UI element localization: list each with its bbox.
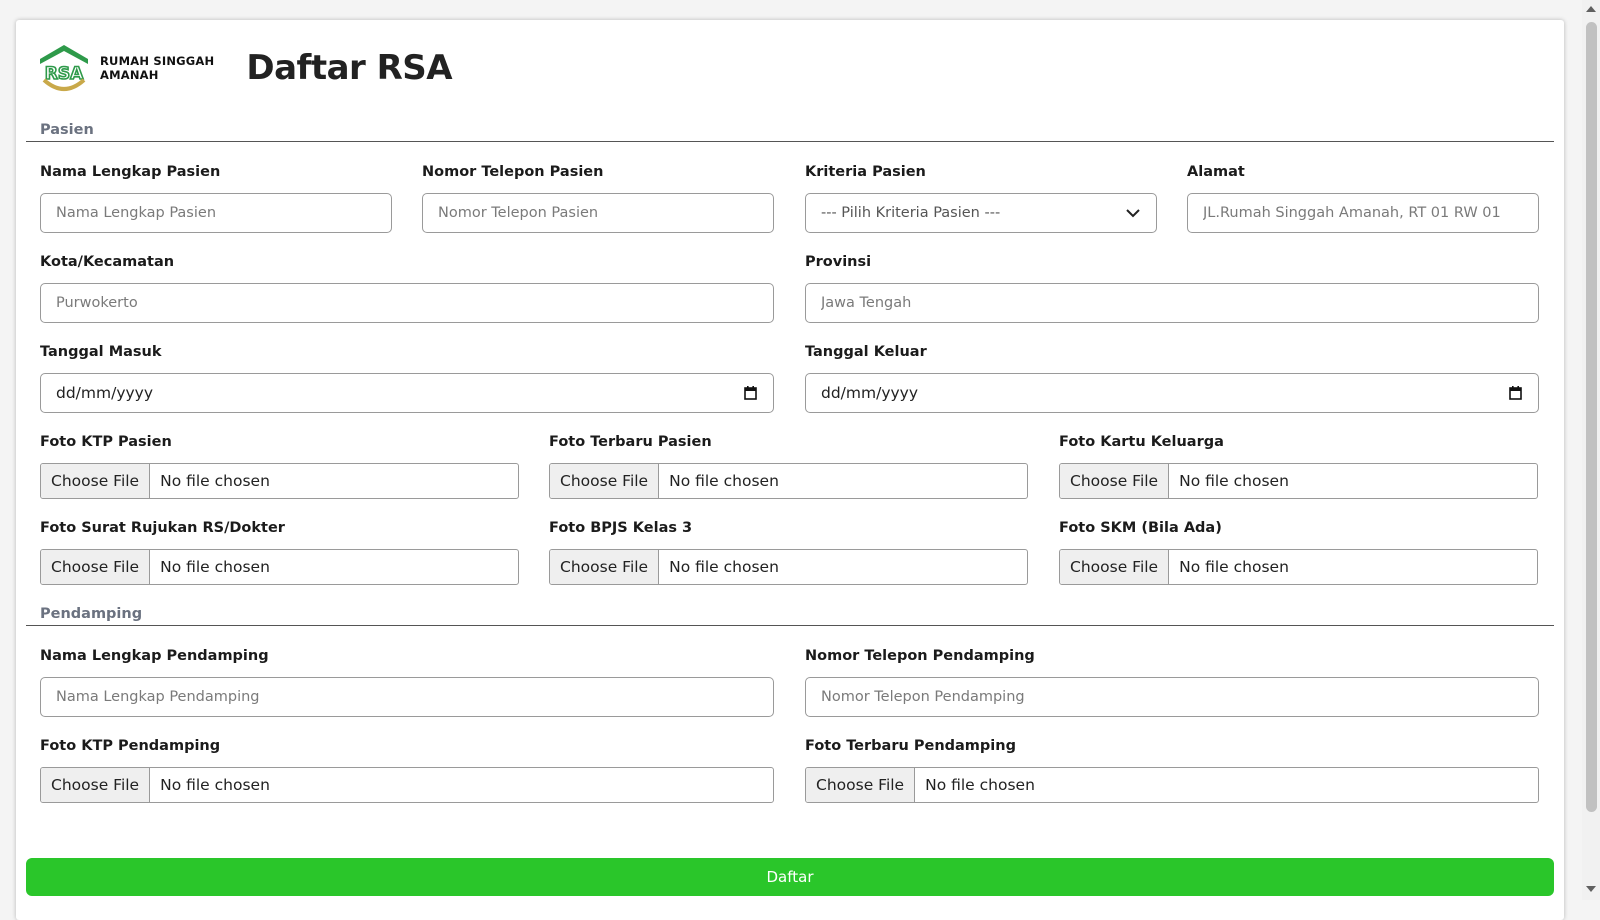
scroll-down-arrow-icon[interactable] xyxy=(1586,886,1596,892)
choose-file-button[interactable]: Choose File xyxy=(550,550,660,584)
logo-line-2: AMANAH xyxy=(100,68,159,82)
file-status: No file chosen xyxy=(925,776,1035,794)
calendar-icon[interactable] xyxy=(1509,386,1522,400)
telepon-pendamping-input[interactable] xyxy=(821,689,1538,705)
file-status: No file chosen xyxy=(669,472,779,490)
tanggal-masuk-value: dd/mm/yyyy xyxy=(56,384,154,402)
foto-terbaru-pasien-label: Foto Terbaru Pasien xyxy=(549,434,712,450)
section-divider xyxy=(26,625,1554,626)
chevron-down-icon xyxy=(1126,208,1140,217)
alamat-label: Alamat xyxy=(1187,164,1245,180)
foto-ktp-pendamping-file-input[interactable]: Choose File No file chosen xyxy=(40,767,774,803)
choose-file-button[interactable]: Choose File xyxy=(1060,550,1170,584)
rsa-logo-icon: RSA xyxy=(40,45,88,91)
foto-ktp-pendamping-label: Foto KTP Pendamping xyxy=(40,738,221,754)
kriteria-pasien-label: Kriteria Pasien xyxy=(805,164,926,180)
nama-pasien-label: Nama Lengkap Pasien xyxy=(40,164,221,180)
tanggal-masuk-input[interactable]: dd/mm/yyyy xyxy=(40,373,774,413)
telepon-pasien-field[interactable] xyxy=(422,193,774,233)
telepon-pasien-input[interactable] xyxy=(438,205,773,221)
scroll-up-arrow-icon[interactable] xyxy=(1586,6,1596,12)
nama-pasien-field[interactable] xyxy=(40,193,392,233)
alamat-field[interactable] xyxy=(1187,193,1539,233)
foto-kartu-keluarga-label: Foto Kartu Keluarga xyxy=(1059,434,1224,450)
foto-skm-file-input[interactable]: Choose File No file chosen xyxy=(1059,549,1538,585)
kota-field[interactable] xyxy=(40,283,774,323)
choose-file-button[interactable]: Choose File xyxy=(41,768,151,802)
choose-file-button[interactable]: Choose File xyxy=(41,550,151,584)
section-divider xyxy=(26,141,1554,142)
foto-terbaru-pasien-file-input[interactable]: Choose File No file chosen xyxy=(549,463,1028,499)
tanggal-masuk-label: Tanggal Masuk xyxy=(40,344,162,360)
foto-surat-rujukan-label: Foto Surat Rujukan RS/Dokter xyxy=(40,520,285,536)
foto-bpjs-file-input[interactable]: Choose File No file chosen xyxy=(549,549,1028,585)
nama-pendamping-label: Nama Lengkap Pendamping xyxy=(40,648,269,664)
foto-bpjs-label: Foto BPJS Kelas 3 xyxy=(549,520,693,536)
foto-skm-label: Foto SKM (Bila Ada) xyxy=(1059,520,1222,536)
page-title: Daftar RSA xyxy=(246,48,453,88)
scrollbar-thumb[interactable] xyxy=(1586,22,1597,812)
alamat-input[interactable] xyxy=(1203,205,1538,221)
provinsi-field[interactable] xyxy=(805,283,1539,323)
section-title-pasien: Pasien xyxy=(40,122,94,138)
provinsi-label: Provinsi xyxy=(805,254,872,270)
choose-file-button[interactable]: Choose File xyxy=(550,464,660,498)
foto-kartu-keluarga-file-input[interactable]: Choose File No file chosen xyxy=(1059,463,1538,499)
calendar-icon[interactable] xyxy=(744,386,757,400)
tanggal-keluar-value: dd/mm/yyyy xyxy=(821,384,919,402)
provinsi-input[interactable] xyxy=(821,295,1538,311)
tanggal-keluar-label: Tanggal Keluar xyxy=(805,344,927,360)
kriteria-selected-value: --- Pilih Kriteria Pasien --- xyxy=(821,205,1001,221)
page-header: RSA RUMAH SINGGAH AMANAH Daftar RSA xyxy=(36,40,453,96)
file-status: No file chosen xyxy=(160,472,270,490)
daftar-submit-button[interactable]: Daftar xyxy=(26,858,1554,896)
foto-ktp-pasien-file-input[interactable]: Choose File No file chosen xyxy=(40,463,519,499)
telepon-pendamping-field[interactable] xyxy=(805,677,1539,717)
foto-ktp-pasien-label: Foto KTP Pasien xyxy=(40,434,172,450)
foto-terbaru-pendamping-file-input[interactable]: Choose File No file chosen xyxy=(805,767,1539,803)
file-status: No file chosen xyxy=(1179,558,1289,576)
file-status: No file chosen xyxy=(160,558,270,576)
choose-file-button[interactable]: Choose File xyxy=(1060,464,1170,498)
kriteria-pasien-select[interactable]: --- Pilih Kriteria Pasien --- xyxy=(805,193,1157,233)
nama-pasien-input[interactable] xyxy=(56,205,391,221)
nama-pendamping-field[interactable] xyxy=(40,677,774,717)
file-status: No file chosen xyxy=(1179,472,1289,490)
svg-text:RSA: RSA xyxy=(45,64,84,84)
telepon-pendamping-label: Nomor Telepon Pendamping xyxy=(805,648,1035,664)
foto-surat-rujukan-file-input[interactable]: Choose File No file chosen xyxy=(40,549,519,585)
choose-file-button[interactable]: Choose File xyxy=(41,464,151,498)
telepon-pasien-label: Nomor Telepon Pasien xyxy=(422,164,604,180)
nama-pendamping-input[interactable] xyxy=(56,689,773,705)
logo-line-1: RUMAH SINGGAH xyxy=(100,54,215,68)
file-status: No file chosen xyxy=(160,776,270,794)
tanggal-keluar-input[interactable]: dd/mm/yyyy xyxy=(805,373,1539,413)
choose-file-button[interactable]: Choose File xyxy=(806,768,916,802)
foto-terbaru-pendamping-label: Foto Terbaru Pendamping xyxy=(805,738,1016,754)
file-status: No file chosen xyxy=(669,558,779,576)
registration-card: RSA RUMAH SINGGAH AMANAH Daftar RSA Pasi… xyxy=(16,20,1564,920)
logo-text: RUMAH SINGGAH AMANAH xyxy=(100,54,214,82)
kota-input[interactable] xyxy=(56,295,773,311)
section-title-pendamping: Pendamping xyxy=(40,606,143,622)
logo: RSA RUMAH SINGGAH AMANAH xyxy=(36,42,214,94)
page-scrollbar[interactable] xyxy=(1582,0,1600,900)
kota-label: Kota/Kecamatan xyxy=(40,254,175,270)
